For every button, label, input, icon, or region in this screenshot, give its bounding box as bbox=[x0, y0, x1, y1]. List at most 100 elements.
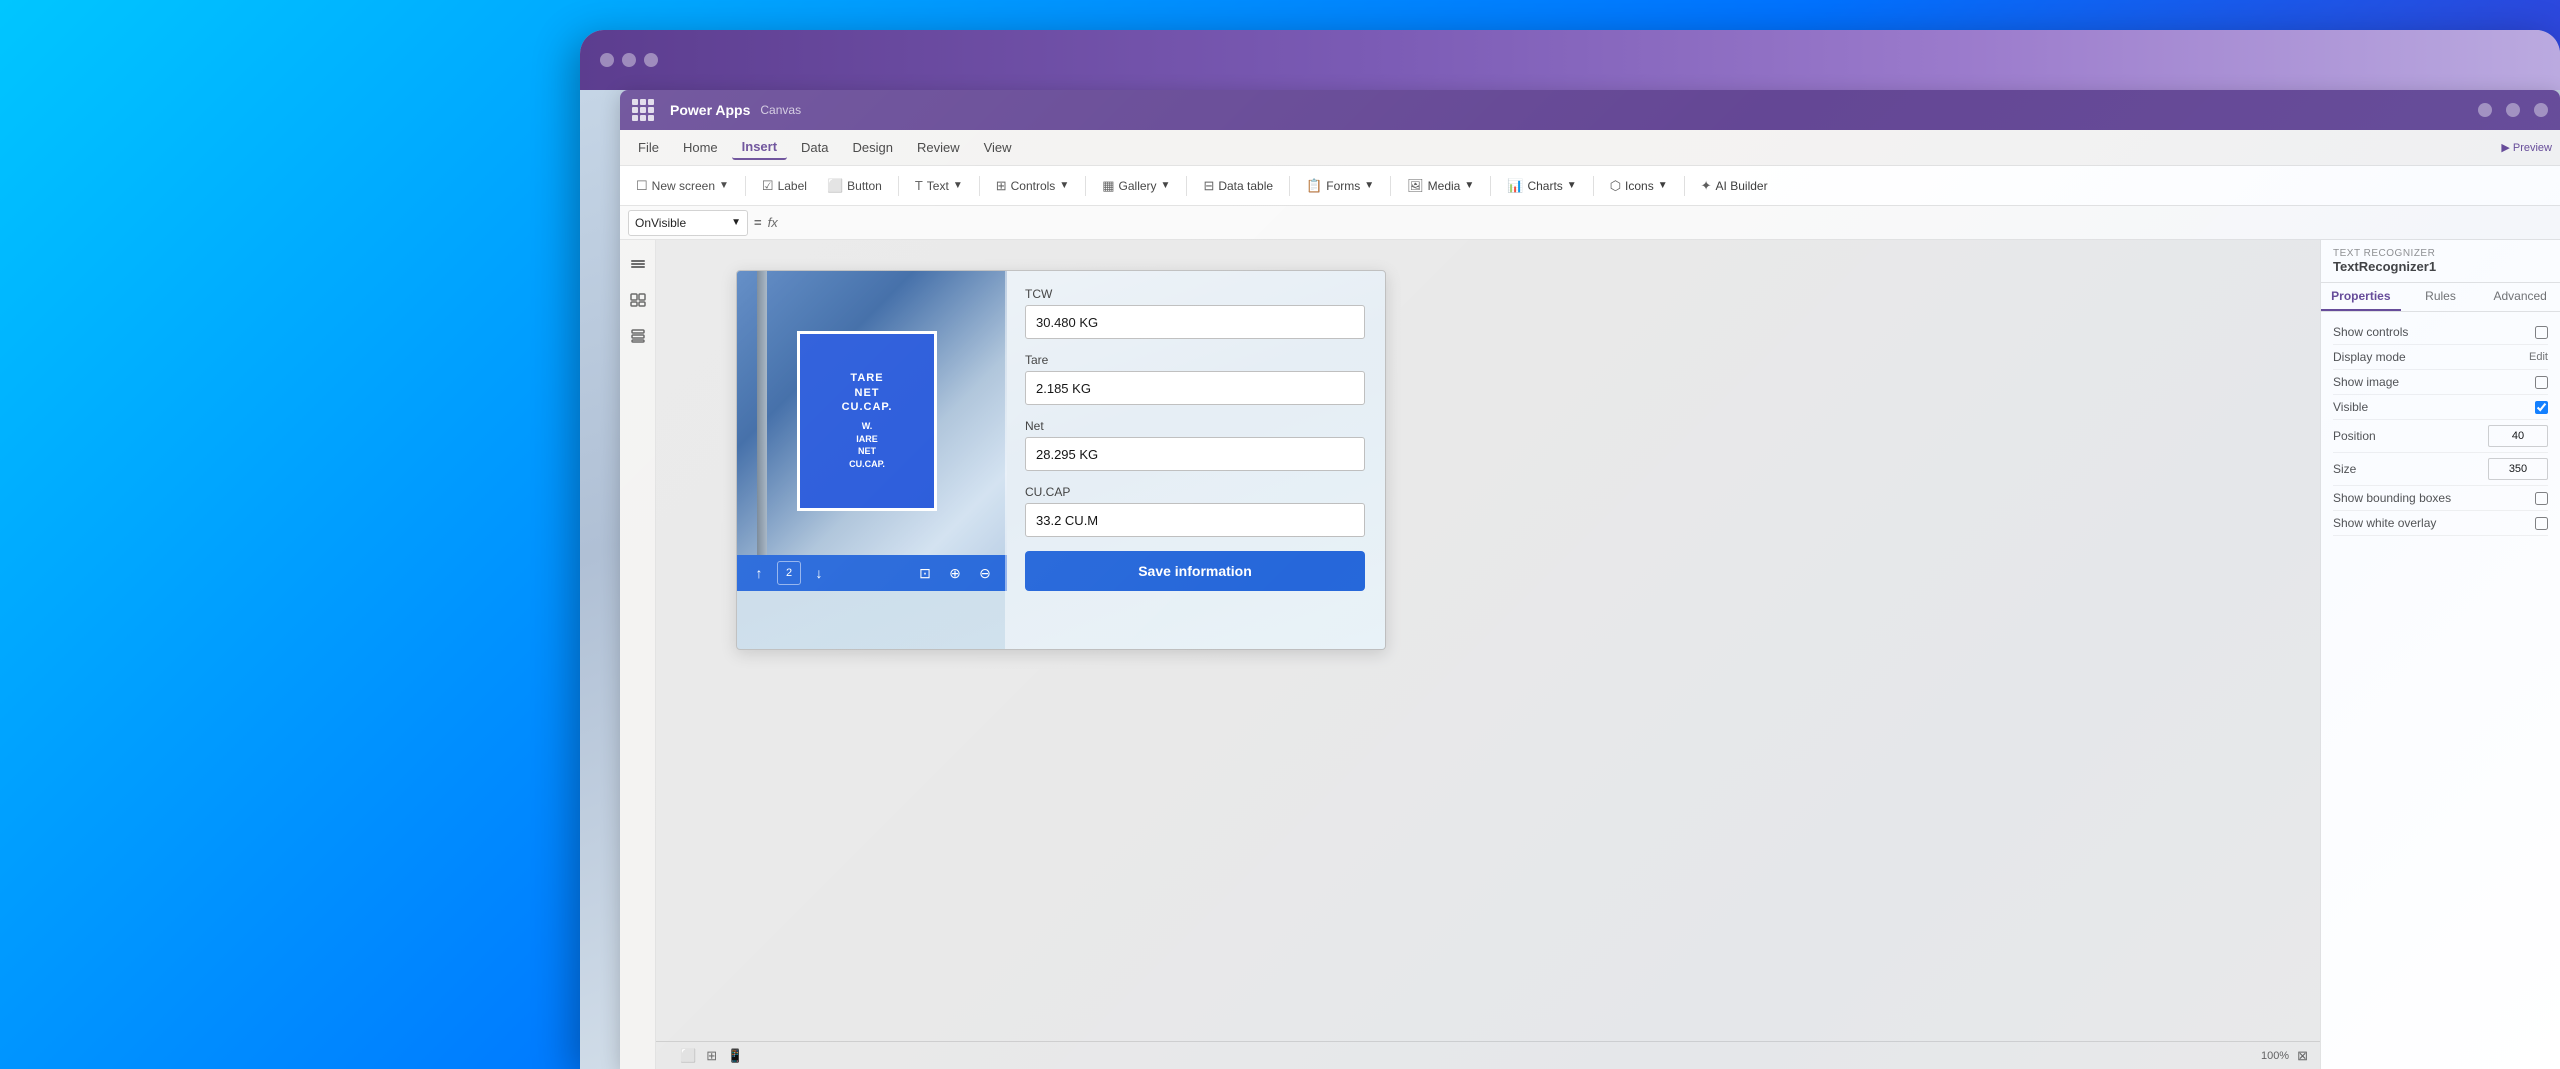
scan-num-btn[interactable]: 2 bbox=[777, 561, 801, 585]
menu-data[interactable]: Data bbox=[791, 136, 838, 159]
button-btn[interactable]: ⬜ Button bbox=[819, 174, 890, 198]
text-btn[interactable]: T Text ▼ bbox=[907, 174, 971, 197]
screen-icon-2[interactable]: ⊞ bbox=[706, 1048, 717, 1064]
toolbar-separator-2 bbox=[898, 176, 899, 196]
show-image-checkbox[interactable] bbox=[2535, 376, 2548, 389]
toolbar-separator-10 bbox=[1684, 176, 1685, 196]
button-icon: ⬜ bbox=[827, 178, 843, 194]
data-table-btn[interactable]: ⊟ Data table bbox=[1195, 174, 1281, 198]
fx-label: fx bbox=[768, 215, 778, 230]
bounding-boxes-checkbox[interactable] bbox=[2535, 492, 2548, 505]
input-cucap[interactable]: 33.2 CU.M bbox=[1025, 503, 1365, 537]
app-subtitle: Canvas bbox=[760, 103, 801, 117]
screen-icon-3[interactable]: 📱 bbox=[727, 1048, 743, 1064]
prop-position: Position 40 bbox=[2333, 420, 2548, 453]
label-btn[interactable]: ☑ Label bbox=[754, 174, 815, 198]
screen-icon-1[interactable]: ⬜ bbox=[680, 1048, 696, 1064]
menu-design[interactable]: Design bbox=[843, 136, 903, 159]
menu-insert[interactable]: Insert bbox=[732, 135, 787, 160]
scan-zoom-in-btn[interactable]: ⊖ bbox=[973, 561, 997, 585]
scan-fit-btn[interactable]: ⊡ bbox=[913, 561, 937, 585]
maximize-btn[interactable] bbox=[2506, 103, 2520, 117]
prop-visible: Visible bbox=[2333, 395, 2548, 420]
menu-file[interactable]: File bbox=[628, 136, 669, 159]
panel-header: TEXT RECOGNIZER TextRecognizer1 bbox=[2321, 240, 2560, 283]
label-tcw: TCW bbox=[1025, 287, 1365, 301]
label-icon: ☑ bbox=[762, 178, 774, 194]
input-net[interactable]: 28.295 KG bbox=[1025, 437, 1365, 471]
close-btn[interactable] bbox=[2534, 103, 2548, 117]
scan-zoom-out-btn[interactable]: ⊕ bbox=[943, 561, 967, 585]
controls-icon: ⊞ bbox=[996, 178, 1007, 194]
save-information-btn[interactable]: Save information bbox=[1025, 551, 1365, 591]
controls-btn[interactable]: ⊞ Controls ▼ bbox=[988, 174, 1078, 198]
formula-input[interactable] bbox=[784, 210, 2552, 236]
show-controls-checkbox[interactable] bbox=[2535, 326, 2548, 339]
visible-checkbox[interactable] bbox=[2535, 401, 2548, 414]
sign-text-line3: CU.CAP. bbox=[842, 400, 893, 414]
preview-btn[interactable]: ▶ Preview bbox=[2501, 141, 2552, 154]
icons-btn[interactable]: ⬡ Icons ▼ bbox=[1602, 174, 1676, 198]
toolbar-separator-3 bbox=[979, 176, 980, 196]
tab-properties[interactable]: Properties bbox=[2321, 283, 2401, 311]
ai-builder-btn[interactable]: ✦ AI Builder bbox=[1693, 174, 1776, 198]
forms-dropdown-icon: ▼ bbox=[1364, 180, 1374, 191]
field-tcw: TCW 30.480 KG bbox=[1025, 287, 1365, 339]
charts-dropdown-icon: ▼ bbox=[1567, 180, 1577, 191]
sidebar-layers-icon[interactable] bbox=[626, 252, 650, 276]
property-selector[interactable]: OnVisible ▼ bbox=[628, 210, 748, 236]
component-name: TextRecognizer1 bbox=[2333, 259, 2548, 274]
menu-view[interactable]: View bbox=[974, 136, 1022, 159]
tab-rules[interactable]: Rules bbox=[2401, 283, 2481, 311]
input-tcw[interactable]: 30.480 KG bbox=[1025, 305, 1365, 339]
menu-review[interactable]: Review bbox=[907, 136, 970, 159]
fit-icon[interactable]: ⊠ bbox=[2297, 1048, 2308, 1064]
text-icon: T bbox=[915, 178, 923, 193]
gallery-dropdown-icon: ▼ bbox=[1161, 180, 1171, 191]
icons-icon: ⬡ bbox=[1610, 178, 1621, 194]
forms-icon: 📋 bbox=[1306, 178, 1322, 194]
panel-tabs: Properties Rules Advanced bbox=[2321, 283, 2560, 312]
white-overlay-checkbox[interactable] bbox=[2535, 517, 2548, 530]
waffle-icon[interactable] bbox=[632, 99, 654, 121]
chrome-dot-1 bbox=[600, 53, 614, 67]
minimize-btn[interactable] bbox=[2478, 103, 2492, 117]
toolbar-separator-1 bbox=[745, 176, 746, 196]
media-icon: 🖼 bbox=[1407, 178, 1424, 194]
sidebar-screens-icon[interactable] bbox=[626, 288, 650, 312]
scan-up-btn[interactable]: ↑ bbox=[747, 561, 771, 585]
label-net: Net bbox=[1025, 419, 1365, 433]
new-screen-btn[interactable]: ☐ New screen ▼ bbox=[628, 174, 737, 198]
toolbar: ☐ New screen ▼ ☑ Label ⬜ Button T Text ▼… bbox=[620, 166, 2560, 206]
panel-body: Show controls Display mode Edit Show ima… bbox=[2321, 312, 2560, 1069]
text-dropdown-icon: ▼ bbox=[953, 180, 963, 191]
app-canvas[interactable]: TARE NET CU.CAP. W.IARENETCU.CAP. ↑ 2 bbox=[736, 270, 1386, 650]
component-type: TEXT RECOGNIZER bbox=[2333, 248, 2548, 259]
sidebar-data-icon[interactable] bbox=[626, 324, 650, 348]
size-input[interactable]: 350 bbox=[2488, 458, 2548, 480]
canvas-status-bar: ⬜ ⊞ 📱 100% ⊠ bbox=[656, 1041, 2320, 1069]
sign-text-line2: NET bbox=[855, 386, 880, 400]
toolbar-separator-4 bbox=[1085, 176, 1086, 196]
device-chrome bbox=[580, 30, 2560, 90]
scan-down-btn[interactable]: ↓ bbox=[807, 561, 831, 585]
media-btn[interactable]: 🖼 Media ▼ bbox=[1399, 174, 1482, 198]
play-icon: ▶ bbox=[2501, 141, 2509, 154]
toolbar-separator-8 bbox=[1490, 176, 1491, 196]
ai-builder-icon: ✦ bbox=[1701, 178, 1712, 194]
menu-home[interactable]: Home bbox=[673, 136, 728, 159]
controls-dropdown-icon: ▼ bbox=[1059, 180, 1069, 191]
pole-decoration bbox=[757, 271, 767, 591]
forms-btn[interactable]: 📋 Forms ▼ bbox=[1298, 174, 1382, 198]
chrome-dot-3 bbox=[644, 53, 658, 67]
input-tare[interactable]: 2.185 KG bbox=[1025, 371, 1365, 405]
main-area: TARE NET CU.CAP. W.IARENETCU.CAP. ↑ 2 bbox=[620, 240, 2560, 1069]
charts-btn[interactable]: 📊 Charts ▼ bbox=[1499, 174, 1584, 198]
tab-advanced[interactable]: Advanced bbox=[2480, 283, 2560, 311]
media-dropdown-icon: ▼ bbox=[1464, 180, 1474, 191]
selector-chevron: ▼ bbox=[731, 217, 741, 228]
gallery-btn[interactable]: ▦ Gallery ▼ bbox=[1094, 174, 1178, 198]
formula-bar: OnVisible ▼ = fx bbox=[620, 206, 2560, 240]
position-input[interactable]: 40 bbox=[2488, 425, 2548, 447]
screen-nav-icons: ⬜ ⊞ 📱 bbox=[668, 1048, 2253, 1064]
